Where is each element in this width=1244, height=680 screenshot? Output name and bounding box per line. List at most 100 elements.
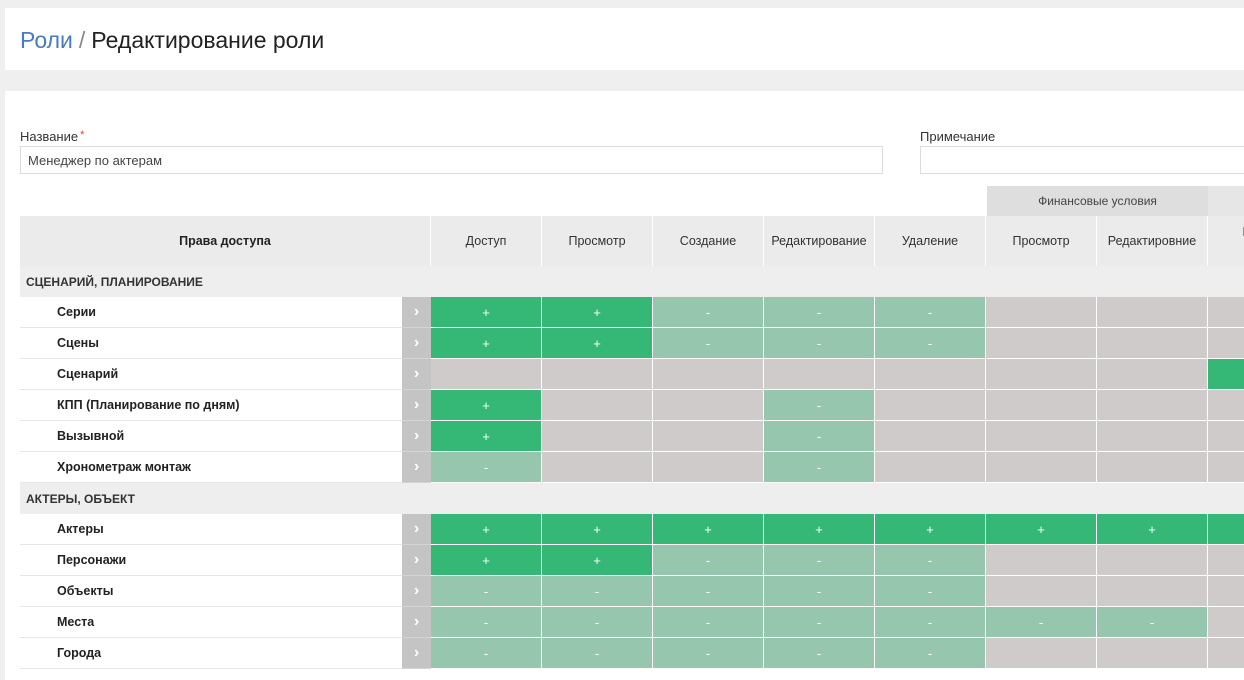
chevron-right-icon[interactable]: › (402, 576, 431, 607)
permission-cell[interactable]: - (542, 607, 653, 638)
permission-cell[interactable] (1208, 421, 1244, 452)
chevron-right-icon[interactable]: › (402, 638, 431, 669)
permission-cell[interactable]: + (1208, 359, 1244, 390)
permission-cell[interactable]: - (431, 607, 542, 638)
permission-cell[interactable]: - (875, 576, 986, 607)
permission-cell[interactable] (986, 638, 1097, 669)
permission-cell[interactable] (1208, 576, 1244, 607)
permission-cell[interactable] (986, 421, 1097, 452)
permission-cell[interactable] (1208, 545, 1244, 576)
permission-cell[interactable] (1097, 576, 1208, 607)
permission-cell[interactable] (653, 390, 764, 421)
permission-cell[interactable]: - (1097, 607, 1208, 638)
permission-cell[interactable] (1097, 359, 1208, 390)
permission-cell[interactable]: - (875, 328, 986, 359)
permission-cell[interactable] (875, 421, 986, 452)
chevron-right-icon[interactable]: › (402, 545, 431, 576)
permission-cell[interactable]: + (875, 514, 986, 545)
permission-cell[interactable]: + (431, 514, 542, 545)
permission-cell[interactable] (542, 359, 653, 390)
permission-cell[interactable]: - (875, 638, 986, 669)
permission-cell[interactable] (764, 359, 875, 390)
permission-cell[interactable] (875, 452, 986, 483)
permission-cell[interactable] (1097, 390, 1208, 421)
permission-cell[interactable]: + (764, 514, 875, 545)
permission-cell[interactable] (986, 297, 1097, 328)
permission-cell[interactable] (875, 390, 986, 421)
permission-cell[interactable] (986, 545, 1097, 576)
chevron-right-icon[interactable]: › (402, 607, 431, 638)
chevron-right-icon[interactable]: › (402, 359, 431, 390)
permission-cell[interactable] (986, 390, 1097, 421)
permission-cell[interactable] (986, 328, 1097, 359)
permission-cell[interactable]: - (653, 576, 764, 607)
permission-cell[interactable] (1208, 297, 1244, 328)
permission-cell[interactable] (1097, 638, 1208, 669)
permission-cell[interactable]: + (431, 328, 542, 359)
permission-cell[interactable]: + (653, 514, 764, 545)
permission-cell[interactable]: + (431, 297, 542, 328)
permission-cell[interactable]: - (431, 452, 542, 483)
permission-cell[interactable]: + (431, 421, 542, 452)
permission-cell[interactable] (1208, 452, 1244, 483)
permission-cell[interactable]: - (875, 297, 986, 328)
permission-cell[interactable]: - (431, 576, 542, 607)
permission-cell[interactable]: - (653, 638, 764, 669)
permission-cell[interactable] (1097, 328, 1208, 359)
permission-cell[interactable] (542, 390, 653, 421)
note-input[interactable] (920, 146, 1244, 174)
permission-cell[interactable]: - (764, 297, 875, 328)
permission-cell[interactable]: - (764, 638, 875, 669)
permission-cell[interactable]: - (764, 576, 875, 607)
permission-cell[interactable]: + (542, 545, 653, 576)
permission-cell[interactable]: + (431, 545, 542, 576)
permission-cell[interactable] (653, 452, 764, 483)
chevron-right-icon[interactable]: › (402, 514, 431, 545)
permission-cell[interactable]: + (986, 514, 1097, 545)
permission-cell[interactable]: - (764, 328, 875, 359)
permission-cell[interactable] (1208, 328, 1244, 359)
permission-cell[interactable]: + (1097, 514, 1208, 545)
permission-cell[interactable]: - (653, 297, 764, 328)
chevron-right-icon[interactable]: › (402, 390, 431, 421)
permission-cell[interactable]: - (653, 545, 764, 576)
permission-cell[interactable]: - (764, 607, 875, 638)
permission-cell[interactable] (1097, 421, 1208, 452)
permission-cell[interactable]: - (875, 607, 986, 638)
permission-cell[interactable] (431, 359, 542, 390)
permission-cell[interactable]: - (986, 607, 1097, 638)
permission-cell[interactable]: - (764, 452, 875, 483)
permission-cell[interactable] (875, 359, 986, 390)
permission-cell[interactable] (653, 421, 764, 452)
permission-cell[interactable]: - (764, 421, 875, 452)
permission-cell[interactable] (986, 452, 1097, 483)
permission-cell[interactable]: - (542, 576, 653, 607)
chevron-right-icon[interactable]: › (402, 452, 431, 483)
permission-cell[interactable]: + (1208, 514, 1244, 545)
permission-cell[interactable] (542, 452, 653, 483)
permission-cell[interactable] (1097, 297, 1208, 328)
permission-cell[interactable] (1208, 607, 1244, 638)
permission-cell[interactable] (1097, 545, 1208, 576)
permission-cell[interactable] (1208, 638, 1244, 669)
permission-cell[interactable]: + (542, 328, 653, 359)
permission-cell[interactable] (1097, 452, 1208, 483)
permission-cell[interactable]: + (431, 390, 542, 421)
chevron-right-icon[interactable]: › (402, 297, 431, 328)
permission-cell[interactable]: - (764, 390, 875, 421)
permission-cell[interactable]: + (542, 514, 653, 545)
breadcrumb-roles-link[interactable]: Роли (20, 27, 73, 53)
permission-cell[interactable] (1208, 390, 1244, 421)
permission-cell[interactable]: + (542, 297, 653, 328)
permission-cell[interactable]: - (875, 545, 986, 576)
permission-cell[interactable]: - (764, 545, 875, 576)
permission-cell[interactable]: - (431, 638, 542, 669)
chevron-right-icon[interactable]: › (402, 421, 431, 452)
permission-cell[interactable] (653, 359, 764, 390)
permission-cell[interactable] (986, 576, 1097, 607)
permission-cell[interactable] (542, 421, 653, 452)
permission-cell[interactable]: - (542, 638, 653, 669)
permission-cell[interactable]: - (653, 607, 764, 638)
name-input[interactable] (20, 146, 883, 174)
permission-cell[interactable] (986, 359, 1097, 390)
